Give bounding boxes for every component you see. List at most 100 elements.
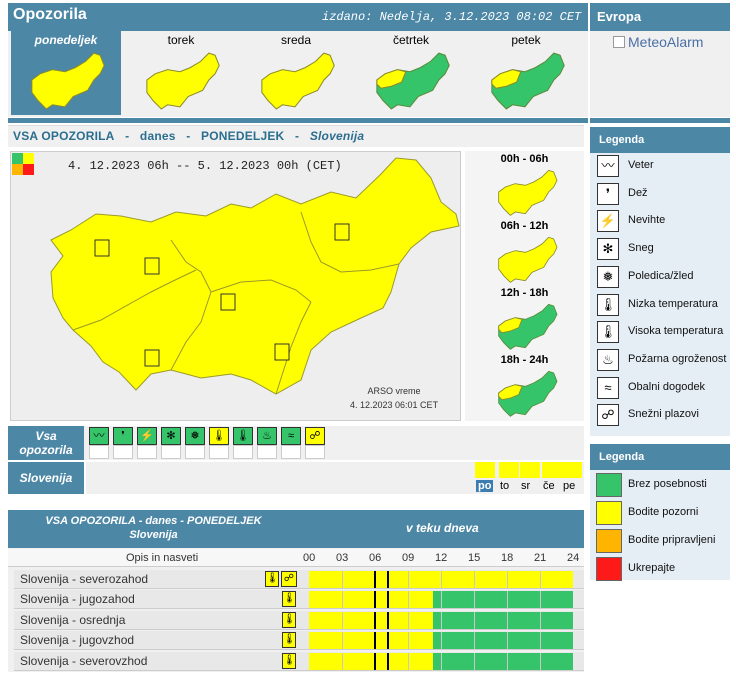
day-level-bar — [520, 462, 540, 478]
day-tab-4[interactable]: petek — [471, 31, 581, 115]
thermometer-icon: 🌡 — [282, 632, 296, 649]
legend-color-label: Ukrepajte — [628, 562, 676, 574]
wind-filter-icon[interactable]: 〰 — [89, 427, 109, 445]
level-indicator — [23, 164, 34, 175]
legend-color-swatch — [596, 529, 622, 553]
legend-color-swatch — [596, 557, 622, 581]
hour-tick: 06 — [369, 552, 382, 564]
timeline-yellow — [309, 591, 434, 609]
grid-line — [507, 632, 508, 650]
level-indicator — [23, 153, 34, 164]
grid-line — [342, 632, 343, 650]
hour-tick: 00 — [303, 552, 316, 564]
grid-line — [474, 652, 475, 670]
day-label: petek — [511, 33, 541, 47]
hightemp-filter-icon[interactable]: 🌡 — [233, 427, 253, 445]
grid-line — [540, 591, 541, 609]
thermometer-icon: 🌡 — [282, 652, 296, 669]
day-abbrev[interactable]: po — [476, 480, 494, 492]
filter-slot — [137, 445, 157, 459]
page-title: Opozorila — [13, 6, 87, 23]
grid-line — [408, 632, 409, 650]
legend-item-label: Snežni plazovi — [628, 408, 699, 421]
fire-filter-icon[interactable]: ♨ — [257, 427, 277, 445]
grid-line — [342, 591, 343, 609]
filter-slot — [185, 445, 205, 459]
day-abbrev[interactable]: pe — [563, 480, 575, 492]
low-temp-icon: 🌡 — [597, 293, 619, 316]
grid-line — [342, 652, 343, 670]
grid-line — [342, 611, 343, 629]
legend-color-label: Brez posebnosti — [628, 478, 707, 490]
legend-color-label: Bodite pozorni — [628, 506, 699, 518]
day-level-bar — [499, 462, 519, 478]
timeline-yellow — [309, 632, 434, 650]
time-slot-map[interactable] — [487, 167, 567, 217]
thunder-icon: ⚡ — [597, 210, 619, 233]
time-slot-map[interactable] — [487, 301, 567, 351]
hour-tick: 24 — [567, 552, 580, 564]
filter-slot — [233, 445, 253, 459]
europe-title: Evropa — [597, 9, 642, 24]
legend-item-label: Dež — [628, 186, 648, 199]
day-abbrev[interactable]: če — [543, 480, 555, 492]
time-slot-map[interactable] — [487, 368, 567, 418]
time-slot-label: 00h - 06h — [500, 153, 549, 165]
legend-color-swatch — [596, 473, 622, 497]
filter-slot — [161, 445, 181, 459]
ice-icon: ❅ — [597, 265, 619, 288]
section-title: VSA OPOZORILA - danes - PONEDELJEK - Slo… — [13, 129, 365, 143]
snow-filter-icon[interactable]: ✻ — [161, 427, 181, 445]
legend-item-label: Nizka temperatura — [628, 297, 718, 310]
coastal-filter-icon[interactable]: ≈ — [281, 427, 301, 445]
hour-tick: 09 — [402, 552, 415, 564]
slovenia-label: Slovenija — [8, 462, 84, 494]
legend-item-label: Visoka temperatura — [628, 325, 724, 338]
day-label: četrtek — [392, 33, 429, 47]
thermometer-icon: 🌡 — [282, 611, 296, 628]
hour-tick: 15 — [468, 552, 481, 564]
day-abbrev[interactable]: to — [500, 480, 509, 492]
grid-line — [540, 652, 541, 670]
legend-item-label: Nevihte — [628, 214, 666, 227]
meteoalarm-link[interactable]: MeteoAlarm — [628, 34, 703, 50]
divider — [8, 118, 588, 123]
thunder-filter-icon[interactable]: ⚡ — [137, 427, 157, 445]
avalanche-filter-icon[interactable]: ☍ — [305, 427, 325, 445]
timeline-green — [433, 611, 573, 629]
grid-line — [408, 571, 409, 588]
day-tab-3[interactable]: četrtek — [356, 31, 466, 115]
hour-tick: 03 — [336, 552, 349, 564]
day-abbrev[interactable]: sr — [521, 480, 530, 492]
time-slot-label: 06h - 12h — [500, 220, 549, 232]
day-level-bar — [542, 462, 562, 478]
grid-line — [507, 611, 508, 629]
now-marker — [387, 632, 389, 650]
lowtemp-filter-icon[interactable]: 🌡 — [209, 427, 229, 445]
day-label: torek — [167, 33, 195, 47]
day-label: ponedeljek — [34, 33, 98, 47]
filter-slot — [281, 445, 301, 459]
during-day-label: v teku dneva — [406, 521, 479, 535]
now-marker — [387, 652, 389, 670]
time-slot-label: 18h - 24h — [500, 354, 549, 366]
ice-filter-icon[interactable]: ❅ — [185, 427, 205, 445]
now-marker — [374, 652, 376, 670]
main-map[interactable] — [10, 151, 461, 421]
legend-item-label: Obalni dogodek — [628, 380, 706, 393]
grid-line — [342, 571, 343, 588]
grid-line — [441, 611, 442, 629]
day-tab-1[interactable]: torek — [126, 31, 236, 115]
rain-filter-icon[interactable]: ❜ — [113, 427, 133, 445]
now-marker — [387, 611, 389, 629]
grid-line — [474, 611, 475, 629]
region-name: Slovenija - severovzhod — [20, 653, 148, 668]
timeline-green — [433, 652, 573, 670]
time-slot-map[interactable] — [487, 234, 567, 284]
day-tab-0[interactable]: ponedeljek — [11, 31, 121, 115]
grid-line — [441, 632, 442, 650]
grid-line — [540, 632, 541, 650]
day-tab-2[interactable]: sreda — [241, 31, 351, 115]
grid-line — [507, 652, 508, 670]
issued-date: izdano: Nedelja, 3.12.2023 08:02 CET — [322, 10, 582, 24]
